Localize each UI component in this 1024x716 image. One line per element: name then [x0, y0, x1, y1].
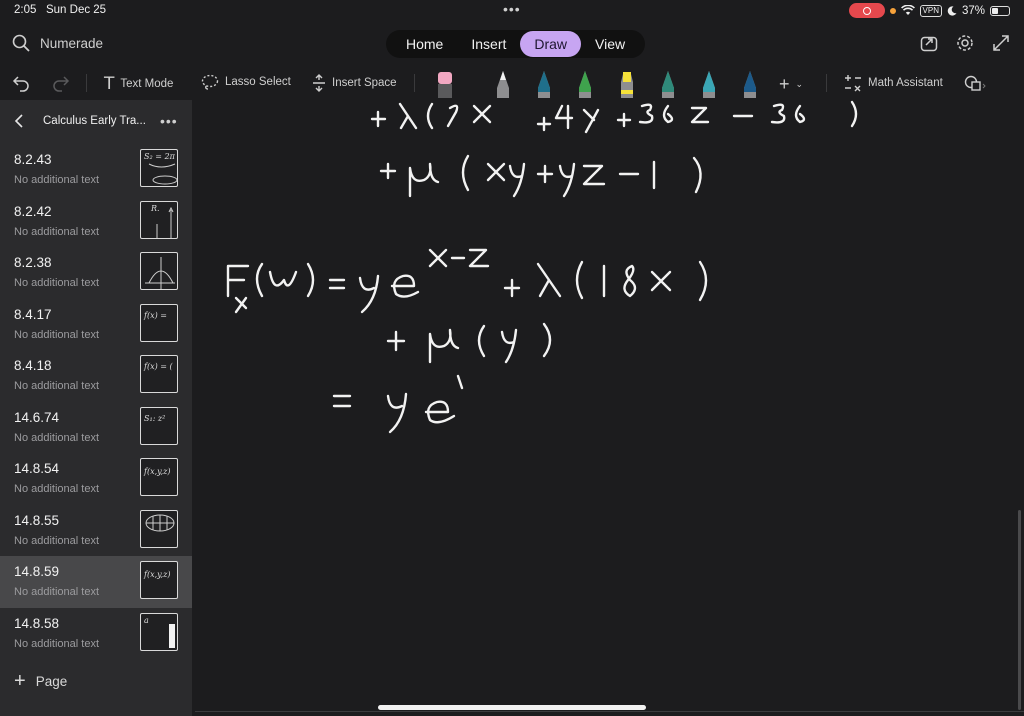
- pen-blue-icon[interactable]: [740, 70, 760, 98]
- page-list-item[interactable]: 14.8.58 No additional text a: [0, 608, 192, 660]
- page-list-item[interactable]: 14.8.55 No additional text: [0, 505, 192, 557]
- status-time: 2:05 Sun Dec 25: [14, 4, 107, 16]
- math-assistant-button[interactable]: Math Assistant: [844, 74, 943, 92]
- pen-white-icon[interactable]: [493, 70, 513, 98]
- battery-icon: [990, 5, 1010, 16]
- screen-record-icon[interactable]: [848, 3, 885, 18]
- math-symbols-icon: [845, 75, 861, 92]
- tab-insert[interactable]: Insert: [457, 31, 520, 57]
- ribbon-tabs: Home Insert Draw View: [386, 30, 646, 58]
- pen-cyan-icon[interactable]: [699, 70, 719, 98]
- expand-icon[interactable]: [992, 34, 1010, 52]
- multitasking-dots-icon[interactable]: •••: [503, 1, 521, 17]
- plus-icon: +: [779, 74, 790, 94]
- status-bar: 2:05 Sun Dec 25 ••• VPN 37%: [0, 0, 1024, 22]
- page-list-item[interactable]: 14.6.74 No additional text S₁: z²: [0, 402, 192, 454]
- chevron-down-icon: ⌄: [795, 79, 804, 89]
- page-thumbnail: R.: [140, 200, 178, 239]
- notebook-title[interactable]: Calculus Early Tra...: [43, 115, 146, 127]
- more-options-icon[interactable]: •••: [160, 113, 178, 129]
- shapes-icon[interactable]: [964, 74, 986, 92]
- page-thumbnail: f(x) =: [140, 303, 178, 342]
- text-mode-icon: T: [104, 74, 115, 94]
- draw-toolbar: T Text Mode Lasso Select Insert Space + …: [0, 66, 1024, 100]
- page-thumbnail: [140, 252, 178, 290]
- page-thumbnail: f(x) = (: [140, 355, 178, 393]
- tab-view[interactable]: View: [581, 31, 639, 57]
- home-indicator[interactable]: [378, 705, 646, 710]
- tab-draw[interactable]: Draw: [520, 31, 582, 57]
- mic-indicator-icon: [889, 7, 896, 14]
- app-top-bar: Numerade Home Insert Draw View: [0, 22, 1024, 66]
- page-list-item[interactable]: 8.4.17 No additional text f(x) =: [0, 299, 192, 351]
- share-icon[interactable]: [920, 34, 938, 52]
- plus-icon: +: [14, 670, 26, 692]
- page-list: 8.2.43 No additional text S₂ = 2π 8.2.42 No…: [0, 144, 192, 659]
- search-bar[interactable]: Numerade: [12, 34, 103, 52]
- chevron-left-icon[interactable]: [14, 114, 24, 128]
- settings-gear-icon[interactable]: [956, 34, 974, 52]
- drawing-canvas[interactable]: [192, 100, 1024, 716]
- insert-space-button[interactable]: Insert Space: [312, 74, 397, 92]
- battery-percent: 37%: [961, 4, 985, 17]
- redo-icon[interactable]: [52, 74, 70, 92]
- page-thumbnail: a: [140, 612, 178, 651]
- lasso-select-button[interactable]: Lasso Select: [201, 74, 291, 90]
- page-list-item[interactable]: 8.2.38 No additional text: [0, 247, 192, 299]
- page-thumbnail: f(x,y,z): [140, 561, 178, 599]
- vertical-scrollbar[interactable]: [1018, 510, 1021, 710]
- notebook-header: Calculus Early Tra... •••: [0, 100, 192, 144]
- page-list-item[interactable]: 14.8.54 No additional text f(x,y,z): [0, 453, 192, 505]
- page-thumbnail: [140, 509, 178, 548]
- handwritten-equations: [226, 100, 858, 434]
- vpn-badge: VPN: [919, 4, 942, 17]
- page-thumbnail: S₂ = 2π: [140, 149, 178, 187]
- moon-icon: [947, 5, 957, 16]
- text-mode-button[interactable]: T Text Mode: [104, 74, 173, 94]
- page-list-item[interactable]: 8.2.42 No additional text R.: [0, 196, 192, 248]
- pen-teal-icon[interactable]: [534, 70, 554, 98]
- highlighter-yellow-icon[interactable]: [616, 70, 638, 98]
- page-thumbnail: S₁: z²: [140, 406, 178, 445]
- page-list-item-selected[interactable]: 14.8.59 No additional text f(x,y,z): [0, 556, 192, 608]
- pen-sea-icon[interactable]: [658, 70, 678, 98]
- lasso-icon: [201, 74, 219, 90]
- eraser-tool-icon[interactable]: [435, 70, 455, 98]
- page-thumbnail: f(x,y,z): [140, 458, 178, 496]
- pen-green-icon[interactable]: [575, 70, 595, 98]
- tab-home[interactable]: Home: [392, 31, 457, 57]
- search-icon: [12, 34, 30, 52]
- page-list-item[interactable]: 8.2.43 No additional text S₂ = 2π: [0, 144, 192, 196]
- undo-icon[interactable]: [12, 74, 30, 92]
- page-sidebar: Calculus Early Tra... ••• 8.2.43 No addit…: [0, 100, 192, 716]
- insert-space-icon: [313, 74, 325, 92]
- search-placeholder: Numerade: [40, 35, 104, 51]
- wifi-icon: [900, 5, 915, 15]
- add-page-button[interactable]: + Page: [14, 670, 67, 693]
- add-pen-button[interactable]: + ⌄: [779, 74, 803, 95]
- page-list-item[interactable]: 8.4.18 No additional text f(x) = (: [0, 350, 192, 402]
